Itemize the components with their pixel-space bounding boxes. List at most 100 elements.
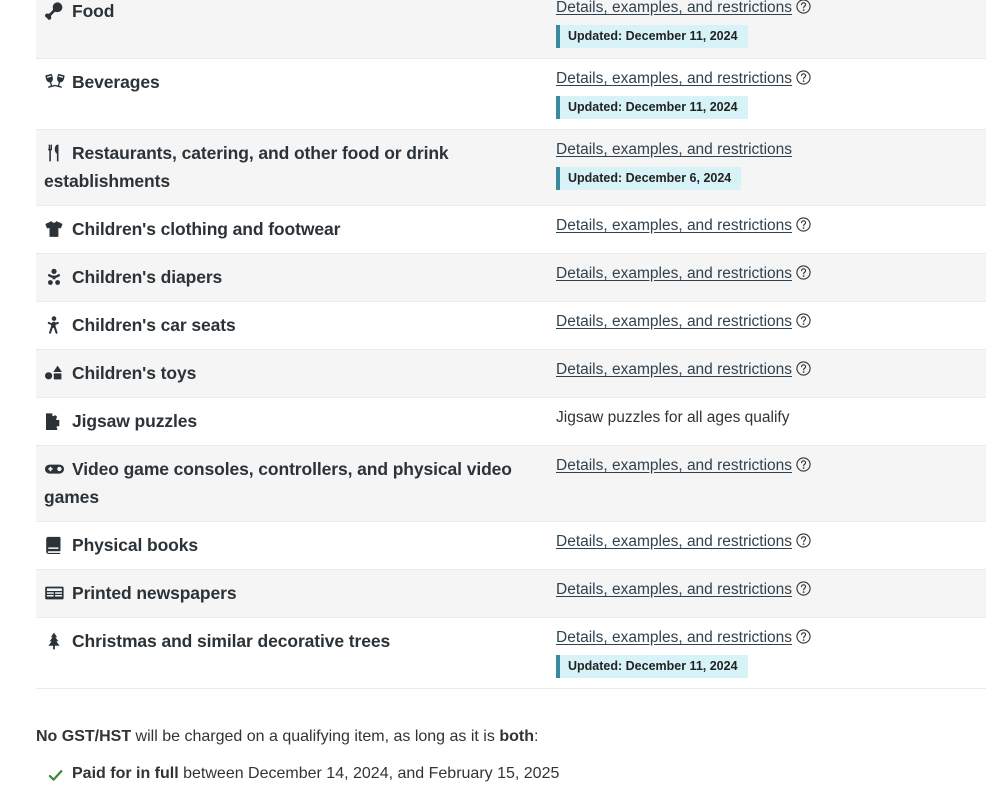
- detail-line: Details, examples, and restrictions: [556, 531, 976, 553]
- bullet-bold: Paid for in full: [72, 765, 179, 782]
- table-row: Video game consoles, controllers, and ph…: [36, 445, 986, 522]
- details-link[interactable]: Details, examples, and restrictions: [556, 265, 792, 282]
- item-cell: Children's toys: [36, 349, 548, 398]
- footnote-trailing-bold: both: [499, 728, 534, 745]
- item-name: Beverages: [72, 72, 160, 92]
- christmas-tree-icon: [44, 632, 68, 650]
- item-name: Physical books: [72, 535, 199, 555]
- details-link[interactable]: Details, examples, and restrictions: [556, 217, 792, 234]
- item-label-wrap: Video game consoles, controllers, and ph…: [44, 455, 538, 511]
- detail-line: Details, examples, and restrictions: [556, 0, 976, 19]
- item-label-wrap: Printed newspapers: [44, 579, 538, 607]
- help-circle-icon[interactable]: [796, 0, 811, 14]
- details-link[interactable]: Details, examples, and restrictions: [556, 70, 792, 87]
- detail-cell: Details, examples, and restrictions: [548, 521, 986, 570]
- item-cell: Christmas and similar decorative trees: [36, 617, 548, 689]
- detail-line: Details, examples, and restrictions: [556, 68, 976, 90]
- details-link[interactable]: Details, examples, and restrictions: [556, 457, 792, 474]
- details-link[interactable]: Details, examples, and restrictions: [556, 313, 792, 330]
- item-name: Food: [72, 1, 115, 21]
- detail-line: Details, examples, and restrictions: [556, 139, 976, 161]
- table-row: Restaurants, catering, and other food or…: [36, 129, 986, 206]
- detail-line: Details, examples, and restrictions: [556, 359, 976, 381]
- item-name: Children's toys: [72, 363, 197, 383]
- details-link[interactable]: Details, examples, and restrictions: [556, 581, 792, 598]
- footnote-lead-bold: No GST/HST: [36, 728, 132, 745]
- item-name: Children's car seats: [72, 315, 236, 335]
- details-link[interactable]: Details, examples, and restrictions: [556, 361, 792, 378]
- detail-text: Jigsaw puzzles for all ages qualify: [556, 409, 790, 426]
- item-label-wrap: Children's car seats: [44, 311, 538, 339]
- beverages-cheers-icon: [44, 73, 68, 91]
- baby-icon: [44, 268, 68, 286]
- item-name: Restaurants, catering, and other food or…: [44, 143, 449, 191]
- help-circle-icon[interactable]: [796, 581, 811, 596]
- detail-line: Details, examples, and restrictions: [556, 263, 976, 285]
- table-row: Children's clothing and footwear Details,…: [36, 205, 986, 254]
- table-row: Children's toys Details, examples, and re…: [36, 349, 986, 398]
- item-cell: Jigsaw puzzles: [36, 397, 548, 446]
- detail-cell: Details, examples, and restrictions: [548, 205, 986, 254]
- restaurant-utensils-icon: [44, 144, 68, 162]
- item-cell: Beverages: [36, 58, 548, 130]
- detail-line: Jigsaw puzzles for all ages qualify: [556, 407, 976, 429]
- updated-badge: Updated: December 6, 2024: [556, 167, 742, 190]
- help-circle-icon[interactable]: [796, 533, 811, 548]
- tshirt-icon: [44, 220, 68, 238]
- item-label-wrap: Physical books: [44, 531, 538, 559]
- detail-cell: Details, examples, and restrictions: [548, 445, 986, 522]
- item-name: Children's diapers: [72, 267, 223, 287]
- table-row: Food Details, examples, and restrictions U…: [36, 0, 986, 59]
- help-circle-icon[interactable]: [796, 629, 811, 644]
- details-link[interactable]: Details, examples, and restrictions: [556, 533, 792, 550]
- item-cell: Children's diapers: [36, 253, 548, 302]
- help-circle-icon[interactable]: [796, 265, 811, 280]
- updated-badge-wrap: Updated: December 11, 2024: [556, 649, 976, 678]
- newspaper-icon: [44, 584, 68, 602]
- green-check-icon: [48, 766, 63, 781]
- item-label-wrap: Children's diapers: [44, 263, 538, 291]
- updated-badge: Updated: December 11, 2024: [556, 25, 748, 48]
- help-circle-icon[interactable]: [796, 313, 811, 328]
- detail-cell: Details, examples, and restrictions: [548, 569, 986, 618]
- food-drumstick-icon: [44, 2, 68, 20]
- help-circle-icon[interactable]: [796, 361, 811, 376]
- detail-cell: Details, examples, and restrictions: [548, 253, 986, 302]
- detail-line: Details, examples, and restrictions: [556, 311, 976, 333]
- details-link[interactable]: Details, examples, and restrictions: [556, 141, 792, 158]
- item-label-wrap: Food: [44, 0, 538, 25]
- footnote-paragraph: No GST/HST will be charged on a qualifyi…: [36, 725, 950, 749]
- item-cell: Restaurants, catering, and other food or…: [36, 129, 548, 206]
- page-viewport: Food Details, examples, and restrictions U…: [0, 0, 992, 787]
- table-row: Jigsaw puzzles Jigsaw puzzles for all age…: [36, 397, 986, 446]
- help-circle-icon[interactable]: [796, 457, 811, 472]
- table-row: Printed newspapers Details, examples, and…: [36, 569, 986, 618]
- item-cell: Printed newspapers: [36, 569, 548, 618]
- help-circle-icon[interactable]: [796, 70, 811, 85]
- item-name: Jigsaw puzzles: [72, 411, 198, 431]
- item-name: Children's clothing and footwear: [72, 219, 341, 239]
- item-label-wrap: Christmas and similar decorative trees: [44, 627, 538, 655]
- item-name: Video game consoles, controllers, and ph…: [44, 459, 512, 507]
- item-label-wrap: Children's clothing and footwear: [44, 215, 538, 243]
- child-icon: [44, 316, 68, 334]
- bullet-rest: between December 14, 2024, and February …: [178, 765, 560, 782]
- item-cell: Children's clothing and footwear: [36, 205, 548, 254]
- footnote-colon: :: [533, 728, 539, 745]
- detail-line: Details, examples, and restrictions: [556, 627, 976, 649]
- details-link[interactable]: Details, examples, and restrictions: [556, 629, 792, 646]
- help-circle-icon[interactable]: [796, 217, 811, 232]
- item-label-wrap: Children's toys: [44, 359, 538, 387]
- table-row: Beverages Details, examples, and restrict…: [36, 58, 986, 130]
- detail-line: Details, examples, and restrictions: [556, 455, 976, 477]
- detail-cell: Details, examples, and restrictions: [548, 349, 986, 398]
- book-icon: [44, 536, 68, 554]
- detail-cell: Details, examples, and restrictions Updat…: [548, 617, 986, 689]
- details-link[interactable]: Details, examples, and restrictions: [556, 0, 792, 16]
- item-label-wrap: Beverages: [44, 68, 538, 96]
- item-cell: Children's car seats: [36, 301, 548, 350]
- item-label-wrap: Restaurants, catering, and other food or…: [44, 139, 538, 195]
- detail-line: Details, examples, and restrictions: [556, 579, 976, 601]
- gamepad-icon: [44, 460, 68, 478]
- item-name: Printed newspapers: [72, 583, 237, 603]
